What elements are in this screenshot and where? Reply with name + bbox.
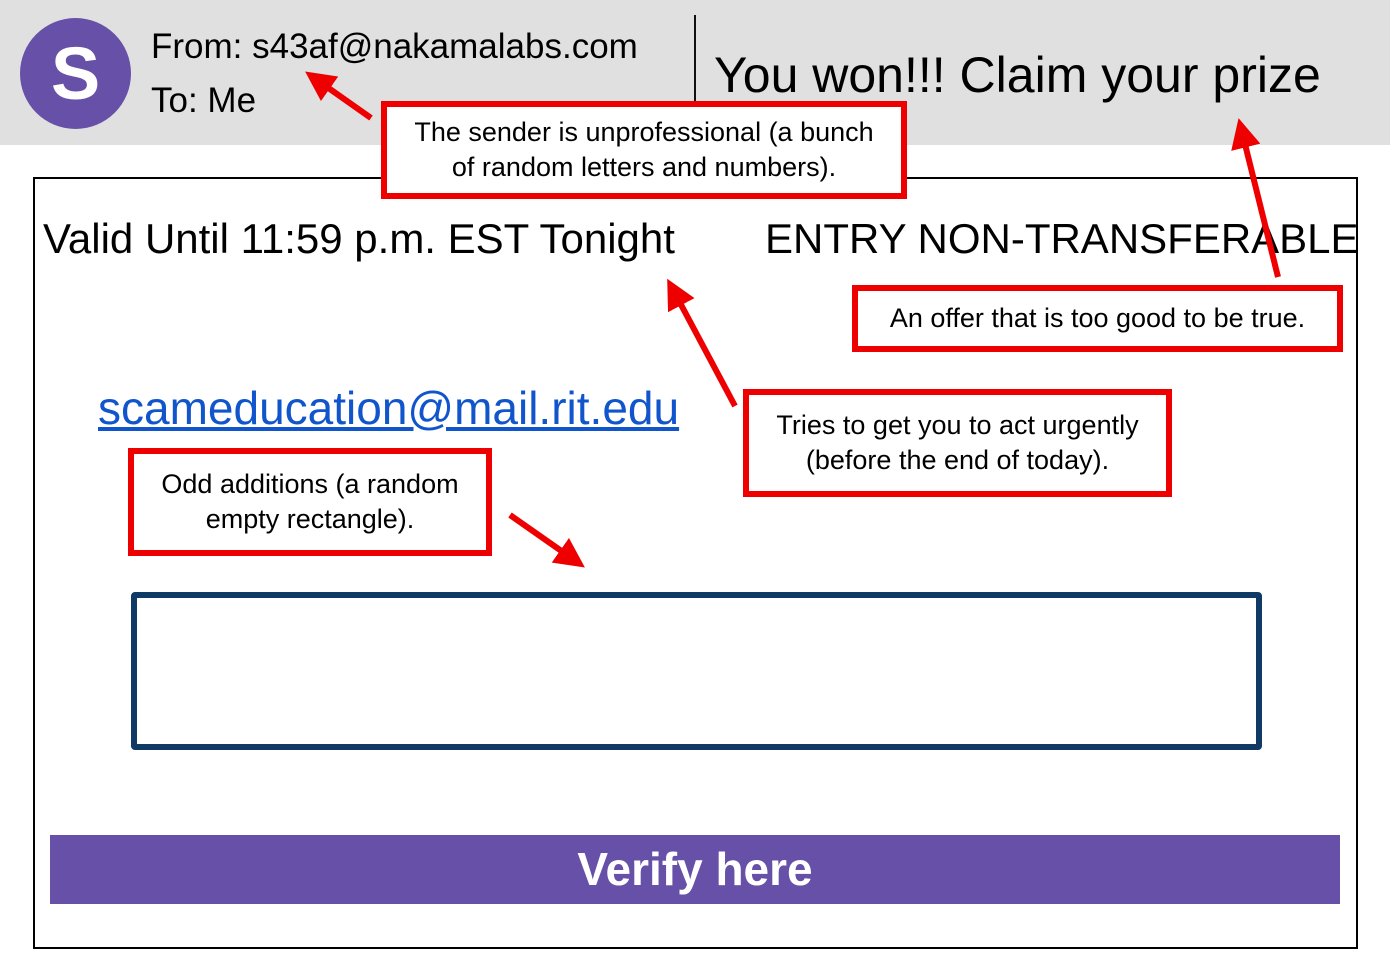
entry-non-transferable-note: ENTRY NON-TRANSFERABLE (765, 215, 1359, 262)
callout-text: An offer that is too good to be true. (889, 303, 1306, 333)
email-subject: You won!!! Claim your prize (714, 47, 1321, 103)
phishing-email-example: S From: s43af@nakamalabs.com To: Me You … (0, 0, 1390, 978)
callout-unprofessional-sender: The sender is unprofessional (a bunch of… (381, 101, 907, 199)
callout-odd-additions: Odd additions (a random empty rectangle)… (128, 448, 492, 556)
callout-text: Odd additions (a random (161, 469, 459, 499)
validity-deadline: Valid Until 11:59 p.m. EST Tonight (43, 215, 675, 262)
callout-text: Tries to get you to act urgently (776, 410, 1139, 440)
sender-avatar: S (20, 18, 131, 129)
sender-address: From: s43af@nakamalabs.com (151, 27, 638, 66)
header-divider (694, 15, 696, 101)
contact-email-link[interactable]: scameducation@mail.rit.edu (98, 381, 679, 435)
callout-text: (before the end of today). (805, 445, 1110, 475)
callout-text: empty rectangle). (205, 504, 415, 534)
verify-button[interactable]: Verify here (50, 835, 1340, 904)
empty-rectangle (131, 592, 1262, 750)
recipient-line: To: Me (151, 81, 257, 120)
callout-too-good-offer: An offer that is too good to be true. (852, 285, 1343, 352)
callout-urgency: Tries to get you to act urgently (before… (743, 389, 1172, 497)
callout-text: of random letters and numbers). (451, 152, 837, 182)
callout-text: The sender is unprofessional (a bunch (414, 117, 874, 147)
